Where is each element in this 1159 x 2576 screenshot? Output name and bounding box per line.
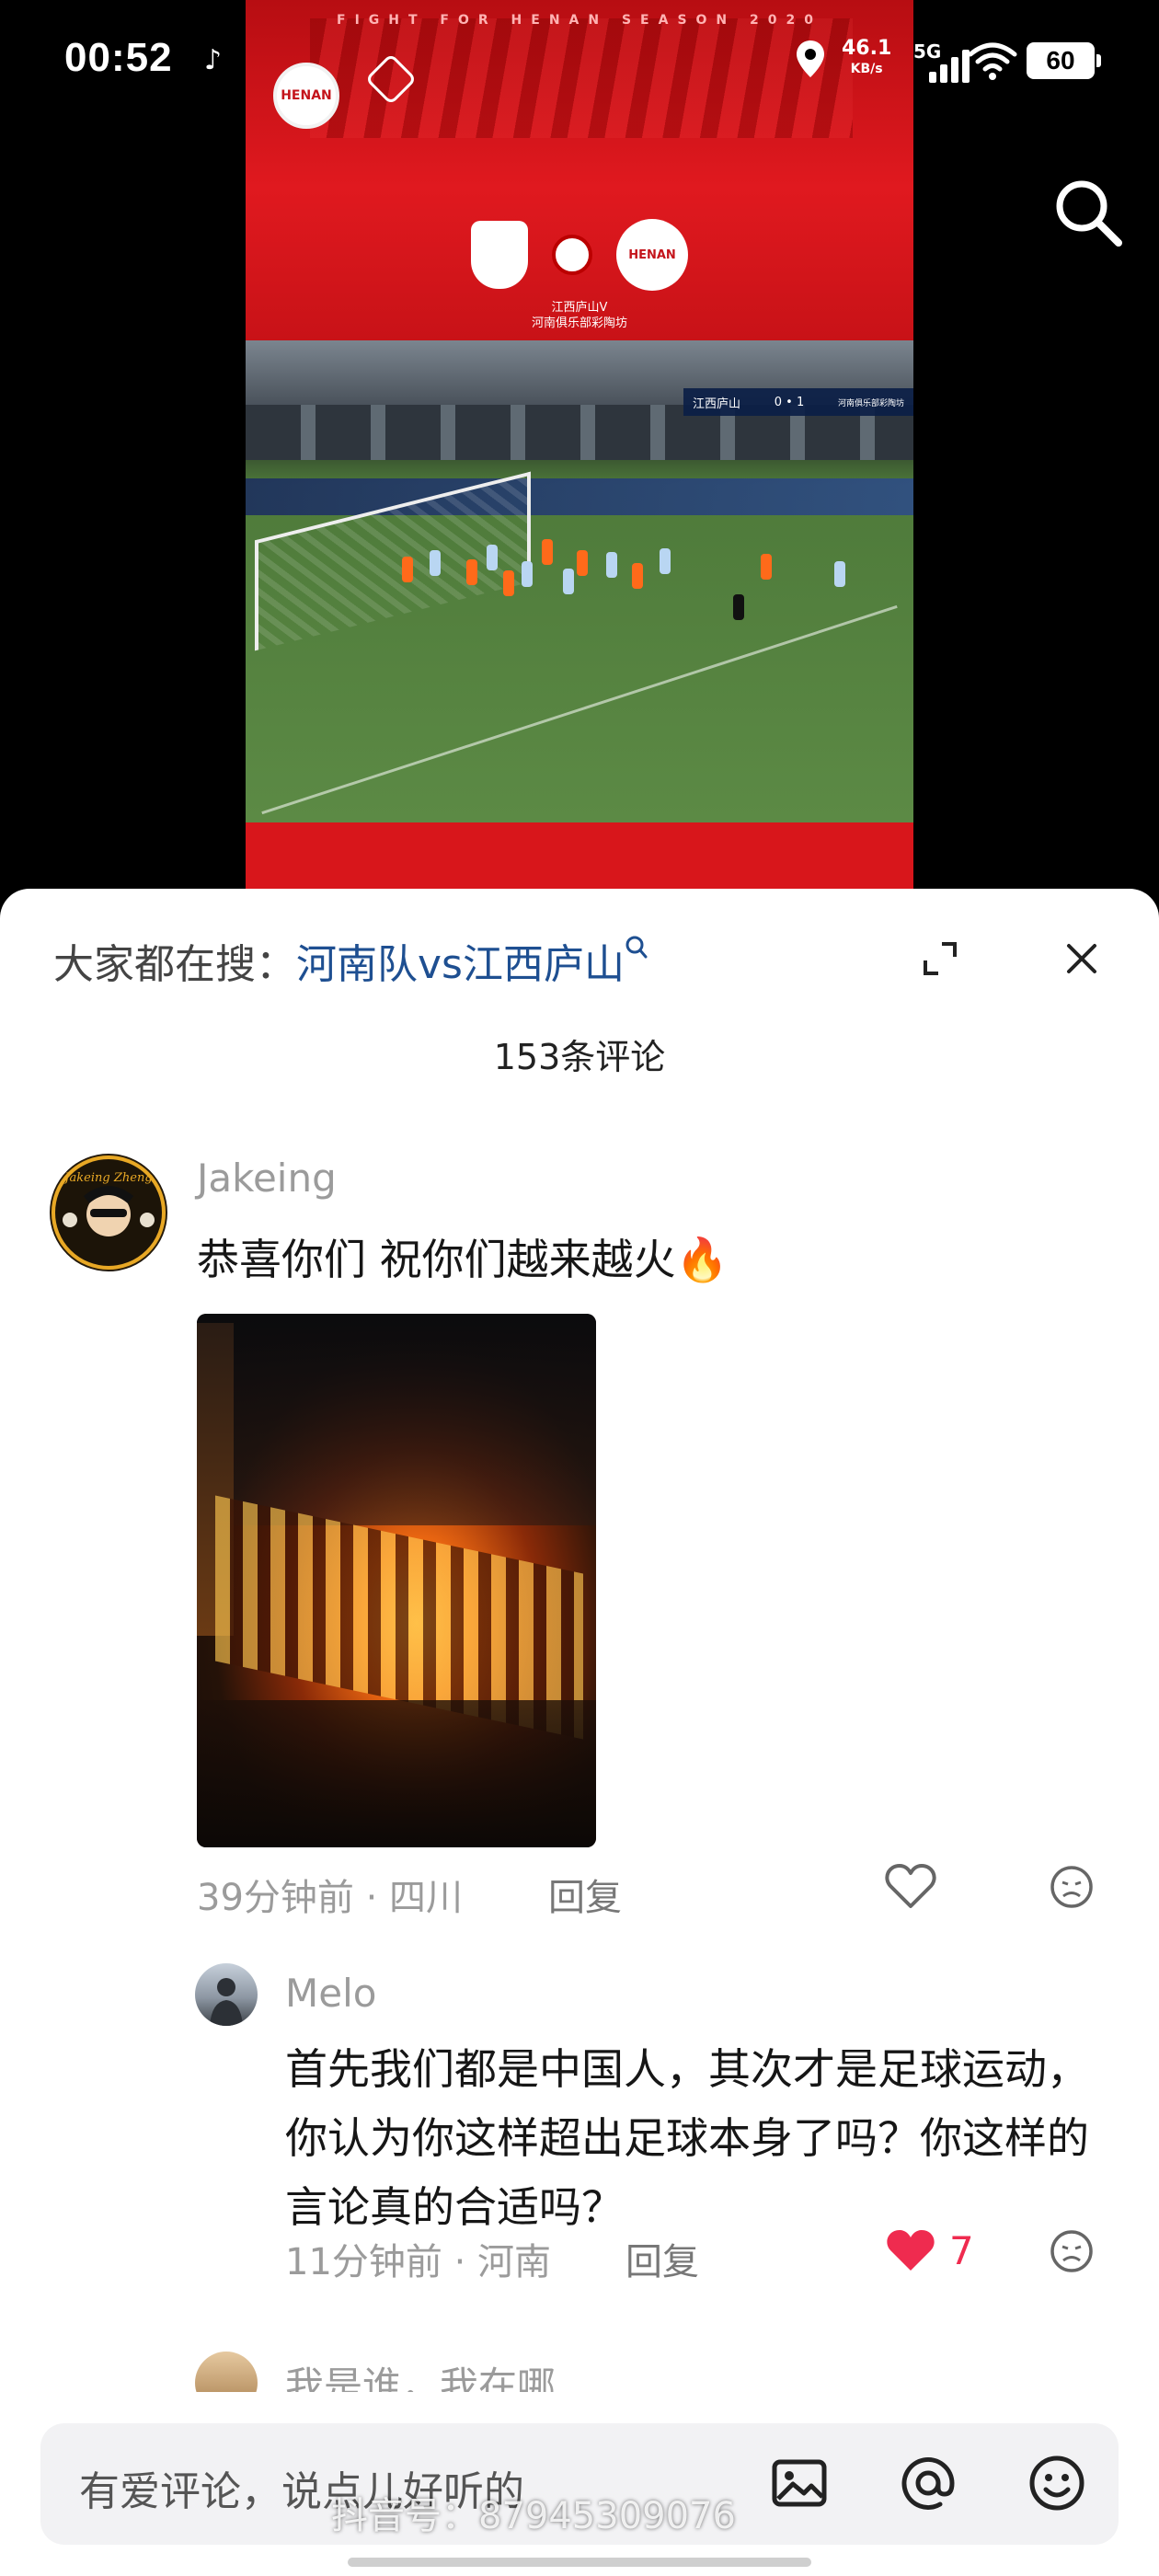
network-speed: 46.1 KB/s: [842, 37, 892, 77]
location-icon: [797, 40, 824, 77]
dislike-face-icon[interactable]: [1049, 1864, 1095, 1910]
player: [402, 557, 413, 582]
player: [487, 545, 498, 570]
match-footage: 江西庐山 0 • 1 河南俱乐部彩陶坊: [246, 340, 913, 822]
mention-icon[interactable]: [896, 2451, 960, 2515]
ad-board: [246, 478, 913, 515]
match-logos: HENAN: [246, 219, 913, 291]
status-bar: 00:52 ♪ 46.1 KB/s 5G 60: [0, 0, 1159, 129]
close-icon[interactable]: [1060, 937, 1104, 981]
image-smoke: [197, 1314, 596, 1525]
like-button[interactable]: 7: [885, 2226, 974, 2274]
player: [632, 563, 643, 589]
wifi-icon: [968, 42, 1017, 80]
search-icon[interactable]: [625, 935, 648, 962]
player: [834, 561, 845, 587]
reply-username[interactable]: Melo: [285, 1971, 376, 2016]
like-count: 7: [949, 2227, 974, 2273]
player: [563, 569, 574, 594]
battery-icon: 60: [1027, 42, 1101, 79]
player: [542, 539, 553, 565]
match-caption: 江西庐山V 河南俱乐部彩陶坊: [531, 301, 627, 330]
image-picker-icon[interactable]: [767, 2451, 832, 2515]
trending-search-link[interactable]: 河南队vs江西庐山: [296, 941, 625, 988]
video-frame[interactable]: FIGHT FOR HENAN SEASON 2020 HENAN HENAN …: [246, 0, 913, 920]
liked-heart-icon: [887, 2230, 935, 2271]
signal-icon: [929, 44, 973, 83]
reply-meta: 11分钟前 · 河南: [285, 2241, 552, 2283]
pitch-line: [261, 604, 898, 815]
comment-sheet: 大家都在搜：河南队vs江西庐山 153条评论 Jakeing Zheng Jak…: [0, 889, 1159, 2576]
player: [466, 559, 477, 585]
player: [577, 550, 588, 576]
player: [430, 550, 441, 576]
dislike-face-icon[interactable]: [1049, 2228, 1095, 2274]
trending-search: 大家都在搜：河南队vs江西庐山: [53, 931, 648, 990]
like-heart-icon[interactable]: [885, 1862, 936, 1910]
player: [761, 554, 772, 580]
image-ground: [197, 1700, 596, 1847]
emoji-icon[interactable]: [1025, 2451, 1089, 2515]
douyin-watermark: 抖音号：87945309076: [331, 2495, 736, 2537]
player: [503, 570, 514, 596]
jiangxi-logo: [471, 221, 528, 289]
player: [733, 594, 744, 620]
comment-count: 153条评论: [493, 1037, 666, 1077]
comment-username[interactable]: Jakeing: [197, 1156, 337, 1201]
trending-search-label: 大家都在搜：: [53, 941, 296, 988]
video-player[interactable]: FIGHT FOR HENAN SEASON 2020 HENAN HENAN …: [0, 0, 1159, 920]
status-time: 00:52: [64, 35, 173, 80]
henan-team-logo: HENAN: [616, 219, 688, 291]
comment-input-bar: 有爱评论，说点儿好听的: [0, 2392, 1159, 2576]
league-logo: [552, 235, 592, 275]
comment-text: 恭喜你们 祝你们越来越火🔥: [197, 1235, 729, 1284]
sheet-header: 大家都在搜：河南队vs江西庐山 153条评论: [0, 889, 1159, 1077]
avatar[interactable]: [195, 1963, 258, 2026]
reply-text: 首先我们都是中国人，其次才是足球运动，你认为你这样超出足球本身了吗？你这样的言论…: [285, 2044, 1089, 2232]
player: [606, 552, 617, 578]
svg-text:Jakeing Zheng: Jakeing Zheng: [62, 1171, 152, 1185]
player: [522, 561, 533, 587]
comment-image[interactable]: [197, 1314, 596, 1847]
scoreboard: 江西庐山 0 • 1 河南俱乐部彩陶坊: [683, 388, 913, 416]
reply-button[interactable]: 回复: [625, 2232, 699, 2285]
player: [660, 548, 671, 574]
home-indicator[interactable]: [348, 2558, 811, 2567]
tiktok-icon: ♪: [204, 44, 223, 76]
expand-icon[interactable]: [918, 937, 962, 981]
avatar[interactable]: Jakeing Zheng: [50, 1154, 167, 1271]
reply-button[interactable]: 回复: [548, 1868, 622, 1921]
comment-meta: 39分钟前 · 四川: [197, 1877, 464, 1919]
search-icon[interactable]: [1049, 173, 1126, 250]
